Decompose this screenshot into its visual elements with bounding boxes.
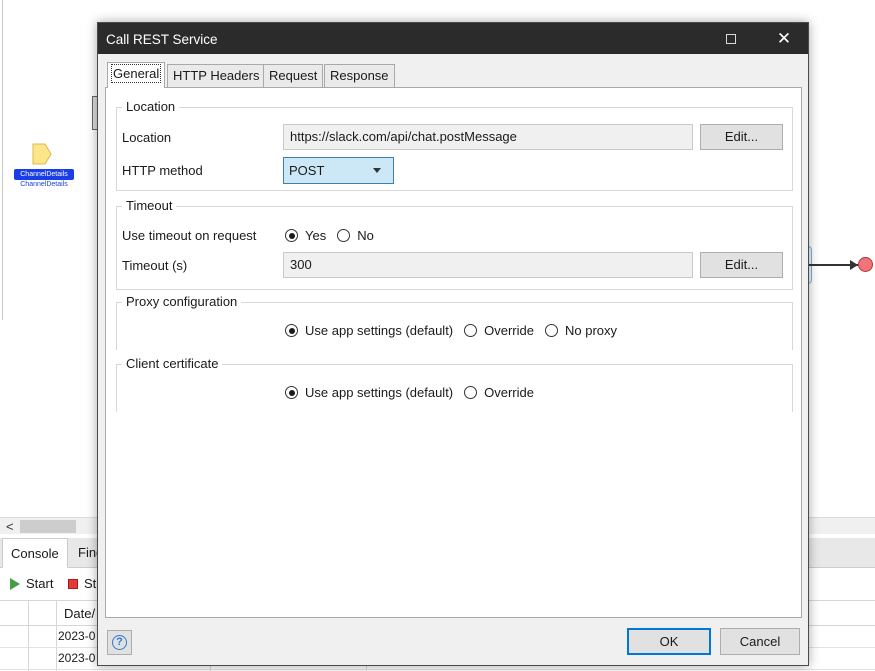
chevron-down-icon: [373, 168, 381, 173]
cert-override-option[interactable]: Override: [464, 385, 534, 400]
group-legend: Location: [122, 99, 180, 114]
radio-selected-icon: [285, 386, 298, 399]
certificate-radio-group: Use app settings (default) Override: [285, 385, 545, 400]
location-group: Location Location https://slack.com/api/…: [116, 99, 793, 193]
proxy-override-option[interactable]: Override: [464, 323, 534, 338]
column-header-date[interactable]: Date/: [64, 606, 95, 621]
use-timeout-radio-group: Yes No: [285, 228, 385, 243]
tab-http-headers[interactable]: HTTP Headers: [167, 64, 266, 88]
help-icon: ?: [112, 635, 127, 650]
http-method-select[interactable]: POST: [283, 157, 394, 184]
client-certificate-group: Client certificate Use app settings (def…: [116, 356, 793, 414]
proxy-none-option[interactable]: No proxy: [545, 323, 617, 338]
ok-button[interactable]: OK: [627, 628, 711, 655]
call-rest-service-dialog: Call REST Service ✕ General HTTP Headers…: [97, 22, 809, 666]
proxy-configuration-group: Proxy configuration Use app settings (de…: [116, 294, 793, 352]
timeout-seconds-label: Timeout (s): [122, 258, 188, 273]
column-divider: [56, 600, 57, 671]
stop-button[interactable]: St: [68, 576, 96, 591]
end-event-icon[interactable]: [858, 257, 873, 272]
proxy-app-settings-option[interactable]: Use app settings (default): [285, 323, 453, 338]
timeout-yes-option[interactable]: Yes: [285, 228, 326, 243]
location-label: Location: [122, 130, 172, 145]
group-legend: Timeout: [122, 198, 177, 213]
row-divider: [0, 669, 875, 670]
scroll-thumb[interactable]: [20, 520, 76, 533]
entity-tag: ChannelDetails: [14, 169, 74, 180]
scroll-left-icon[interactable]: <: [6, 518, 14, 535]
http-method-label: HTTP method: [122, 163, 203, 178]
help-button[interactable]: ?: [107, 630, 132, 655]
cancel-button[interactable]: Cancel: [720, 628, 800, 655]
column-divider: [28, 600, 29, 671]
table-row[interactable]: 2023-0: [58, 629, 95, 643]
dialog-title: Call REST Service: [106, 32, 218, 47]
dialog-titlebar[interactable]: Call REST Service ✕: [98, 23, 808, 54]
radio-unselected-icon: [545, 324, 558, 337]
tab-response[interactable]: Response: [324, 64, 395, 88]
tab-console[interactable]: Console: [2, 538, 68, 568]
start-button[interactable]: Start: [10, 576, 53, 591]
flow-arrow-icon: [850, 260, 858, 270]
radio-selected-icon: [285, 229, 298, 242]
use-timeout-label: Use timeout on request: [122, 228, 257, 243]
close-icon[interactable]: ✕: [769, 28, 799, 50]
group-legend: Proxy configuration: [122, 294, 242, 309]
timeout-edit-button[interactable]: Edit...: [700, 252, 783, 278]
timeout-no-option[interactable]: No: [337, 228, 374, 243]
tab-request[interactable]: Request: [263, 64, 324, 88]
maximize-icon[interactable]: [726, 34, 736, 44]
timeout-group: Timeout Use timeout on request Yes No Ti…: [116, 198, 793, 290]
tab-general[interactable]: General: [107, 62, 166, 88]
stop-icon: [68, 578, 78, 589]
timeout-field[interactable]: 300: [283, 252, 693, 278]
entity-sub-label: ChannelDetails: [20, 181, 68, 188]
cert-app-settings-option[interactable]: Use app settings (default): [285, 385, 453, 400]
radio-unselected-icon: [464, 324, 478, 337]
proxy-radio-group: Use app settings (default) Override No p…: [285, 323, 628, 338]
radio-selected-icon: [285, 324, 298, 337]
canvas-divider: [2, 0, 3, 320]
radio-unselected-icon: [464, 386, 478, 399]
parameter-icon: [32, 143, 52, 165]
group-legend: Client certificate: [122, 356, 223, 371]
location-field[interactable]: https://slack.com/api/chat.postMessage: [283, 124, 693, 150]
table-row[interactable]: 2023-0: [58, 651, 95, 665]
location-edit-button[interactable]: Edit...: [700, 124, 783, 150]
general-tab-panel: Location Location https://slack.com/api/…: [105, 87, 802, 618]
play-icon: [10, 577, 20, 590]
radio-unselected-icon: [337, 229, 351, 242]
